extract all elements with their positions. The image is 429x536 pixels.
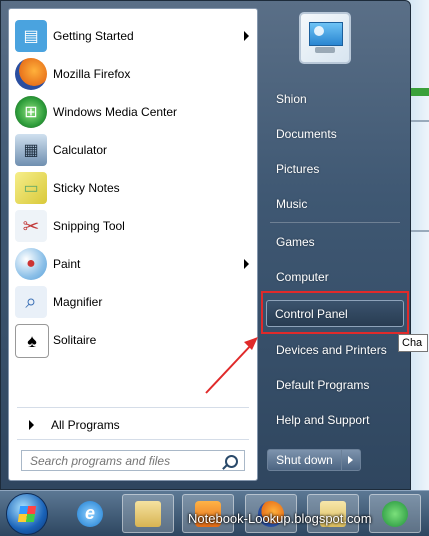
program-mozilla-firefox[interactable]: Mozilla Firefox xyxy=(9,55,257,93)
solitaire-icon: ♠ xyxy=(15,324,49,358)
link-documents[interactable]: Documents xyxy=(268,121,406,146)
right-pane: Shion Documents Pictures Music Games Com… xyxy=(262,0,407,490)
link-label: Music xyxy=(276,196,308,211)
link-label: Devices and Printers xyxy=(276,342,387,357)
magnifier-icon: ⌕ xyxy=(15,286,47,318)
explorer-folder-icon xyxy=(135,500,161,527)
desktop-line xyxy=(409,230,429,232)
all-programs-button[interactable]: All Programs xyxy=(17,415,251,435)
monitor-icon xyxy=(309,22,343,46)
submenu-arrow-icon xyxy=(244,31,249,41)
scissors-icon: ✂ xyxy=(15,210,47,242)
calculator-icon: ▦ xyxy=(15,134,47,166)
taskbar-internet-explorer[interactable]: e xyxy=(64,494,116,533)
tooltip: Cha xyxy=(398,334,428,352)
program-label: Sticky Notes xyxy=(53,181,120,195)
search-icon[interactable] xyxy=(225,455,238,468)
download-manager-icon xyxy=(382,500,408,527)
media-center-icon: ⊞ xyxy=(15,96,47,128)
sticky-notes-icon: ▭ xyxy=(15,172,47,204)
search-box[interactable] xyxy=(21,450,245,471)
link-label: Pictures xyxy=(276,161,320,176)
annotation-highlight-box xyxy=(261,291,409,334)
link-devices-and-printers[interactable]: Devices and Printers xyxy=(268,337,406,362)
link-music[interactable]: Music xyxy=(268,191,406,216)
program-label: Solitaire xyxy=(53,333,97,347)
link-computer[interactable]: Computer xyxy=(268,264,406,289)
divider xyxy=(17,439,249,440)
search-input[interactable] xyxy=(28,452,222,469)
desktop-line xyxy=(409,120,429,122)
firefox-icon xyxy=(15,58,47,90)
pinned-programs-list: ▤ Getting Started Mozilla Firefox ⊞ Wind… xyxy=(9,17,257,359)
program-sticky-notes[interactable]: ▭ Sticky Notes xyxy=(9,169,257,207)
program-solitaire[interactable]: ♠ Solitaire xyxy=(9,321,257,359)
program-label: Paint xyxy=(53,257,81,271)
divider xyxy=(270,222,400,223)
program-label: Windows Media Center xyxy=(53,105,178,119)
link-user-shion[interactable]: Shion xyxy=(268,86,406,111)
link-games[interactable]: Games xyxy=(268,229,406,254)
taskbar-explorer[interactable] xyxy=(122,494,174,533)
monitor-stand xyxy=(315,47,335,53)
program-label: Getting Started xyxy=(53,29,134,43)
program-label: Snipping Tool xyxy=(53,219,125,233)
link-help-and-support[interactable]: Help and Support xyxy=(268,407,406,432)
start-orb-button[interactable] xyxy=(6,493,48,535)
arrow-right-icon xyxy=(29,420,34,430)
program-magnifier[interactable]: ⌕ Magnifier xyxy=(9,283,257,321)
link-label: Help and Support xyxy=(276,412,370,427)
all-programs-label: All Programs xyxy=(51,418,120,432)
program-snipping-tool[interactable]: ✂ Snipping Tool xyxy=(9,207,257,245)
link-label: Games xyxy=(276,234,315,249)
taskbar-download-manager[interactable] xyxy=(369,494,421,533)
programs-pane: ▤ Getting Started Mozilla Firefox ⊞ Wind… xyxy=(8,8,258,481)
internet-explorer-icon: e xyxy=(77,500,103,527)
program-paint[interactable]: ● Paint xyxy=(9,245,257,283)
link-label: Documents xyxy=(276,126,337,141)
link-label: Computer xyxy=(276,269,329,284)
link-label: Default Programs xyxy=(276,377,370,392)
desktop-window-fragment xyxy=(409,88,429,96)
program-getting-started[interactable]: ▤ Getting Started xyxy=(9,17,257,55)
program-label: Magnifier xyxy=(53,295,103,309)
program-windows-media-center[interactable]: ⊞ Windows Media Center xyxy=(9,93,257,131)
shutdown-options-arrow-icon[interactable] xyxy=(342,450,360,470)
program-label: Calculator xyxy=(53,143,108,157)
user-picture[interactable] xyxy=(299,12,351,64)
watermark-text: Notebook-Lookup.blogspot.com xyxy=(188,511,372,526)
program-calculator[interactable]: ▦ Calculator xyxy=(9,131,257,169)
submenu-arrow-icon xyxy=(244,259,249,269)
getting-started-icon: ▤ xyxy=(15,20,47,52)
shutdown-button[interactable]: Shut down xyxy=(267,449,361,471)
link-default-programs[interactable]: Default Programs xyxy=(268,372,406,397)
paint-icon: ● xyxy=(15,248,47,280)
divider xyxy=(17,407,249,408)
link-pictures[interactable]: Pictures xyxy=(268,156,406,181)
shutdown-label: Shut down xyxy=(268,450,342,470)
link-label: Shion xyxy=(276,91,307,106)
tooltip-text: Cha xyxy=(402,337,423,349)
program-label: Mozilla Firefox xyxy=(53,67,131,81)
